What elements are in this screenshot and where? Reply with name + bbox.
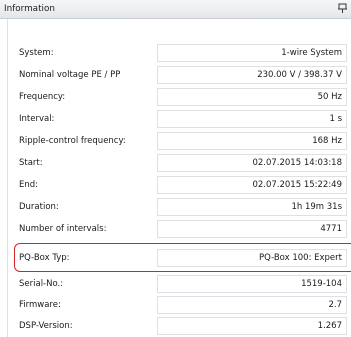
- dsp-version-value: 1.267: [317, 321, 342, 331]
- duration-value: 1h 19m 31s: [291, 202, 342, 212]
- info-row-dsp-version: DSP-Version: 1.267: [0, 317, 351, 337]
- frequency-value: 50 Hz: [317, 92, 342, 102]
- start-value: 02.07.2015 14:03:18: [252, 158, 342, 168]
- info-row-firmware: Firmware: 2.7: [0, 296, 351, 316]
- info-row-interval: Interval: 1 s: [0, 110, 351, 130]
- info-row-number-of-intervals: Number of intervals: 4771: [0, 220, 351, 240]
- info-row-end: End: 02.07.2015 15:22:49: [0, 176, 351, 196]
- duration-label: Duration:: [19, 202, 59, 212]
- serial-no-value: 1519-104: [301, 279, 342, 289]
- info-row-frequency: Frequency: 50 Hz: [0, 88, 351, 108]
- firmware-label: Firmware:: [19, 300, 61, 310]
- pin-icon[interactable]: [337, 3, 348, 14]
- firmware-value: 2.7: [328, 300, 342, 310]
- dsp-version-value-field: 1.267: [157, 317, 347, 335]
- system-value: 1-wire System: [281, 48, 342, 58]
- end-label: End:: [19, 180, 39, 190]
- number-of-intervals-label: Number of intervals:: [19, 224, 107, 234]
- nominal-voltage-label: Nominal voltage PE / PP: [19, 70, 121, 80]
- number-of-intervals-value: 4771: [320, 224, 342, 234]
- ripple-control-frequency-label: Ripple-control frequency:: [19, 136, 126, 146]
- system-label: System:: [19, 48, 54, 58]
- frequency-value-field: 50 Hz: [157, 88, 347, 106]
- serial-no-label: Serial-No.:: [19, 279, 64, 289]
- start-label: Start:: [19, 158, 43, 168]
- information-panel: Information System: 1-wire System Nomina…: [0, 0, 351, 337]
- dsp-version-label: DSP-Version:: [19, 321, 73, 331]
- info-row-system: System: 1-wire System: [0, 44, 351, 64]
- ripple-control-frequency-value-field: 168 Hz: [157, 132, 347, 150]
- interval-label: Interval:: [19, 114, 55, 124]
- info-row-ripple-control-frequency: Ripple-control frequency: 168 Hz: [0, 132, 351, 152]
- firmware-value-field: 2.7: [157, 296, 347, 314]
- number-of-intervals-value-field: 4771: [157, 220, 347, 238]
- info-row-duration: Duration: 1h 19m 31s: [0, 198, 351, 218]
- duration-value-field: 1h 19m 31s: [157, 198, 347, 216]
- interval-value-field: 1 s: [157, 110, 347, 128]
- ripple-control-frequency-value: 168 Hz: [312, 136, 342, 146]
- start-value-field: 02.07.2015 14:03:18: [157, 154, 347, 172]
- interval-value: 1 s: [329, 114, 342, 124]
- end-value: 02.07.2015 15:22:49: [252, 180, 342, 190]
- panel-title: Information: [4, 4, 55, 14]
- system-value-field: 1-wire System: [157, 44, 347, 62]
- nominal-voltage-value-field: 230.00 V / 398.37 V: [157, 66, 347, 84]
- info-row-start: Start: 02.07.2015 14:03:18: [0, 154, 351, 174]
- nominal-voltage-value: 230.00 V / 398.37 V: [257, 70, 342, 80]
- panel-titlebar: Information: [0, 0, 351, 19]
- frequency-label: Frequency:: [19, 92, 66, 102]
- info-row-serial-no: Serial-No.: 1519-104: [0, 275, 351, 295]
- serial-no-value-field: 1519-104: [157, 275, 347, 293]
- highlight-box: [14, 243, 351, 272]
- end-value-field: 02.07.2015 15:22:49: [157, 176, 347, 194]
- info-row-nominal-voltage: Nominal voltage PE / PP 230.00 V / 398.3…: [0, 66, 351, 86]
